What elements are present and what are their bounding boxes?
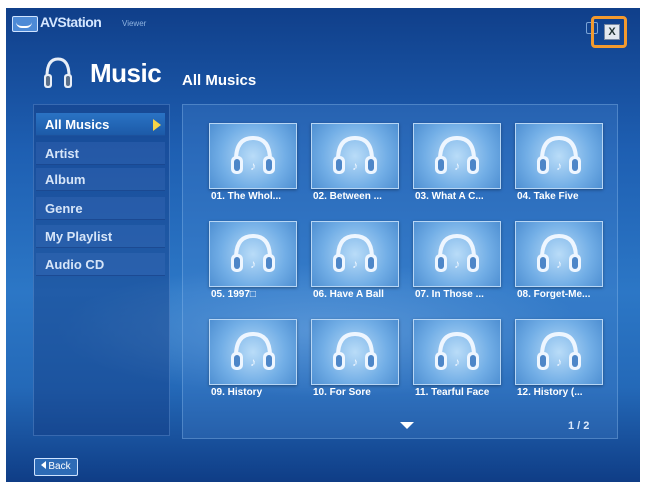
track-thumbnail: ♪ — [209, 319, 297, 385]
headphone-icon: ♪ — [435, 135, 479, 174]
headphone-icon: ♪ — [333, 135, 377, 174]
svg-text:♪: ♪ — [250, 257, 256, 271]
track-thumbnail: ♪ — [515, 319, 603, 385]
svg-text:♪: ♪ — [250, 159, 256, 173]
headphone-icon: ♪ — [537, 233, 581, 272]
svg-text:♪: ♪ — [352, 257, 358, 271]
sidebar-item-label: My Playlist — [45, 229, 113, 244]
svg-text:♪: ♪ — [556, 257, 562, 271]
track-label: 01. The Whol... — [211, 191, 282, 202]
track-label: 11. Tearful Face — [415, 387, 490, 398]
selected-arrow-icon — [153, 119, 161, 131]
track-thumbnail: ♪ — [413, 319, 501, 385]
track-label: 07. In Those ... — [415, 289, 484, 300]
track-label: 10. For Sore — [313, 387, 371, 398]
sidebar-item-label: Artist — [45, 146, 79, 161]
track-thumbnail: ♪ — [413, 123, 501, 189]
sidebar-item-label: Album — [45, 172, 86, 187]
headphone-icon: ♪ — [435, 331, 479, 370]
svg-text:♪: ♪ — [556, 159, 562, 173]
track-label: 09. History — [211, 387, 263, 398]
headphone-icon: ♪ — [333, 331, 377, 370]
headphone-icon: ♪ — [537, 135, 581, 174]
back-arrow-icon — [41, 461, 47, 469]
sidebar-item-label: Genre — [45, 201, 83, 216]
svg-text:♪: ♪ — [352, 159, 358, 173]
music-header: Music — [38, 54, 188, 94]
page-indicator: 1 / 2 — [568, 420, 590, 432]
app-subtitle: Viewer — [122, 19, 147, 28]
track-thumbnail: ♪ — [413, 221, 501, 287]
scroll-down-arrow-icon[interactable] — [400, 422, 414, 429]
svg-text:♪: ♪ — [556, 355, 562, 369]
close-button[interactable]: X — [604, 24, 620, 40]
track-label: 06. Have A Ball — [313, 289, 384, 300]
back-button[interactable]: Back — [34, 458, 78, 476]
track-label: 08. Forget-Me... — [517, 289, 591, 300]
app-logo-icon — [12, 16, 38, 32]
app-name: AVStation — [40, 14, 102, 30]
svg-text:♪: ♪ — [454, 159, 460, 173]
sidebar: All Musics Artist Album Genre My Playlis… — [33, 104, 170, 436]
sidebar-item-label: Audio CD — [45, 257, 105, 272]
track-label: 03. What A C... — [415, 191, 484, 202]
back-button-label: Back — [48, 461, 71, 472]
track-thumbnail: ♪ — [209, 221, 297, 287]
track-thumbnail: ♪ — [311, 319, 399, 385]
svg-text:♪: ♪ — [454, 355, 460, 369]
title-bar: AVStation Viewer X — [6, 8, 640, 48]
sidebar-item-album[interactable]: Album — [36, 168, 165, 191]
track-thumbnail: ♪ — [311, 221, 399, 287]
sidebar-item-audio-cd[interactable]: Audio CD — [36, 253, 165, 276]
track-thumbnail: ♪ — [209, 123, 297, 189]
sidebar-item-my-playlist[interactable]: My Playlist — [36, 225, 165, 248]
track-label: 12. History (... — [517, 387, 583, 398]
sidebar-item-genre[interactable]: Genre — [36, 197, 165, 220]
track-label: 04. Take Five — [517, 191, 579, 202]
section-title: All Musics — [182, 72, 257, 89]
sidebar-item-all-musics[interactable]: All Musics — [36, 113, 165, 136]
page-title: Music — [90, 58, 162, 88]
headphone-icon: ♪ — [231, 331, 275, 370]
headphone-icon: ♪ — [231, 233, 275, 272]
svg-text:♪: ♪ — [250, 355, 256, 369]
headphone-icon: ♪ — [333, 233, 377, 272]
track-thumbnail: ♪ — [311, 123, 399, 189]
headphone-icon: ♪ — [435, 233, 479, 272]
track-thumbnail: ♪ — [515, 123, 603, 189]
svg-text:♪: ♪ — [352, 355, 358, 369]
sidebar-item-label: All Musics — [45, 117, 110, 132]
svg-text:♪: ♪ — [454, 257, 460, 271]
track-label: 05. 1997□ — [211, 289, 256, 300]
headphone-icon: ♪ — [537, 331, 581, 370]
track-grid: ♪ 01. The Whol... ♪ 02. Between ... ♪ 03… — [182, 104, 618, 439]
headphone-icon: ♪ — [231, 135, 275, 174]
close-highlight: X — [591, 16, 627, 48]
track-label: 02. Between ... — [313, 191, 382, 202]
sidebar-item-artist[interactable]: Artist — [36, 142, 165, 165]
avstation-window: AVStation Viewer X Music All Musics Arti… — [6, 8, 640, 482]
headphone-icon — [44, 57, 72, 88]
track-thumbnail: ♪ — [515, 221, 603, 287]
